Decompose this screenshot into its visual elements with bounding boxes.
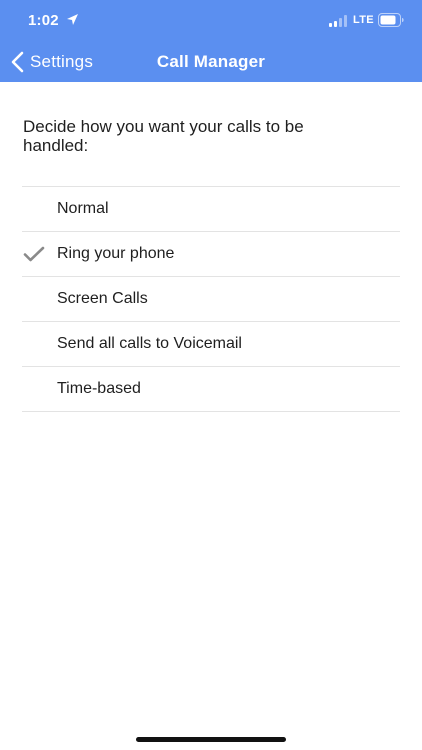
option-normal[interactable]: Normal — [22, 187, 400, 232]
page-title: Call Manager — [156, 52, 266, 71]
back-label: Settings — [30, 52, 94, 71]
call-handling-options: Normal Ring your phone Screen Calls Send… — [22, 186, 400, 412]
option-label: Send all calls to Voicemail — [57, 335, 242, 352]
option-label: Time-based — [57, 380, 141, 397]
option-screen-calls[interactable]: Screen Calls — [22, 277, 400, 322]
battery-icon — [378, 13, 404, 27]
header: 1:02 LTE Settings Call Manager — [0, 0, 422, 82]
option-label: Ring your phone — [57, 245, 175, 262]
status-time: 1:02 — [28, 12, 59, 29]
option-label: Normal — [57, 200, 109, 217]
option-send-all-calls-to-voicemail[interactable]: Send all calls to Voicemail — [22, 322, 400, 367]
checkmark-icon — [23, 246, 45, 262]
chevron-left-icon — [11, 51, 24, 73]
network-label: LTE — [353, 14, 374, 26]
location-arrow-icon — [67, 14, 78, 25]
back-button[interactable]: Settings — [10, 42, 93, 82]
cellular-signal-icon — [329, 15, 347, 27]
status-bar: 1:02 LTE — [0, 0, 422, 42]
option-label: Screen Calls — [57, 290, 148, 307]
option-ring-your-phone[interactable]: Ring your phone — [22, 232, 400, 277]
option-time-based[interactable]: Time-based — [22, 367, 400, 412]
home-indicator[interactable] — [136, 737, 286, 742]
navigation-bar: Settings Call Manager — [0, 42, 422, 82]
instruction-text: Decide how you want your calls to be han… — [23, 117, 304, 155]
